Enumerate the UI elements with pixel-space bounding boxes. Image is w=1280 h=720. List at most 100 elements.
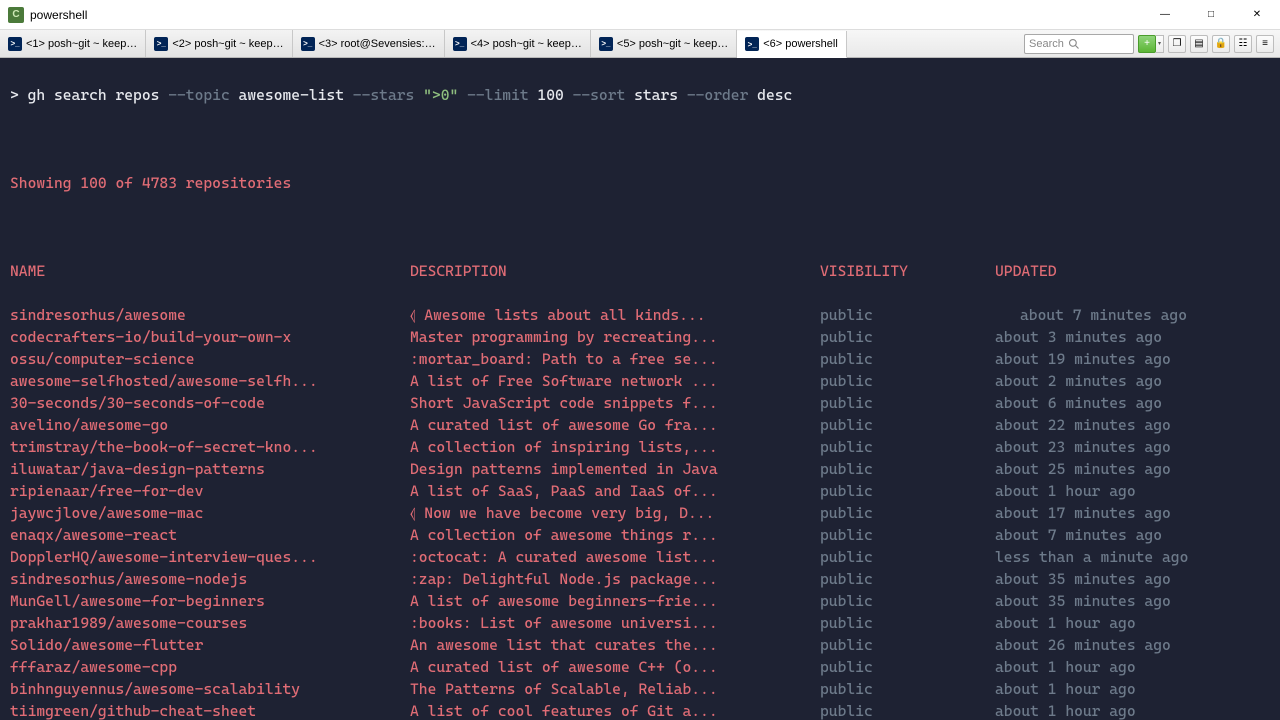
tab-6[interactable]: >_ <6> powershell (737, 31, 847, 58)
repo-desc: Design patterns implemented in Java (410, 458, 820, 480)
repo-updated: about 1 hour ago (995, 656, 1270, 678)
table-row: sindresorhus/awesome⦉ Awesome lists abou… (10, 304, 1270, 326)
lock-icon[interactable]: 🔒 (1212, 35, 1230, 53)
repo-name: iluwatar/java-design-patterns (10, 458, 410, 480)
table-row: avelino/awesome-goA curated list of awes… (10, 414, 1270, 436)
repo-name: DopplerHQ/awesome-interview-ques... (10, 546, 410, 568)
minimize-button[interactable]: — (1142, 0, 1188, 30)
tab-2[interactable]: >_ <2> posh~git ~ keep… (146, 30, 292, 57)
cmd-token: --topic (168, 86, 230, 104)
repo-desc: A collection of inspiring lists,... (410, 436, 820, 458)
tab-3[interactable]: >_<3> root@Sevensies:… (293, 30, 445, 57)
repo-name: awesome-selfhosted/awesome-selfh... (10, 370, 410, 392)
new-tab-button[interactable]: + (1138, 35, 1156, 53)
repo-name: MunGell/awesome-for-beginners (10, 590, 410, 612)
repo-visibility: public (820, 480, 995, 502)
repo-desc: :books: List of awesome universi... (410, 612, 820, 634)
table-row: trimstray/the-book-of-secret-kno...A col… (10, 436, 1270, 458)
repo-name: sindresorhus/awesome (10, 304, 410, 326)
repo-desc: :zap: Delightful Node.js package... (410, 568, 820, 590)
tab-label: <4> posh~git ~ keep… (471, 38, 582, 50)
repo-updated: about 3 minutes ago (995, 326, 1270, 348)
menu-button[interactable]: ≡ (1256, 35, 1274, 53)
powershell-icon: >_ (453, 37, 467, 51)
terminal-output[interactable]: > gh search repos --topic awesome-list -… (0, 58, 1280, 720)
table-header-row: NAMEDESCRIPTIONVISIBILITYUPDATED (10, 260, 1270, 282)
tab-label: <2> posh~git ~ keep… (172, 38, 283, 50)
repo-visibility: public (820, 524, 995, 546)
repo-desc: A list of SaaS, PaaS and IaaS of... (410, 480, 820, 502)
table-row: ossu/computer-science:mortar_board: Path… (10, 348, 1270, 370)
tab-label: <3> root@Sevensies:… (319, 38, 436, 50)
repo-updated: about 2 minutes ago (995, 370, 1270, 392)
repo-updated: about 7 minutes ago (1020, 304, 1270, 326)
repo-desc: A curated list of awesome Go fra... (410, 414, 820, 436)
table-row: MunGell/awesome-for-beginnersA list of a… (10, 590, 1270, 612)
repo-visibility: public (820, 502, 995, 524)
tab-4[interactable]: >_ <4> posh~git ~ keep… (445, 30, 591, 57)
table-row: 30-seconds/30-seconds-of-codeShort JavaS… (10, 392, 1270, 414)
toolbar-button-2[interactable]: ▤ (1190, 35, 1208, 53)
repo-visibility: public (820, 700, 995, 720)
table-row: fffaraz/awesome-cppA curated list of awe… (10, 656, 1270, 678)
tab-1[interactable]: >_ <1> posh~git ~ keep… (0, 30, 146, 57)
repo-visibility: public (820, 348, 995, 370)
repo-name: prakhar1989/awesome-courses (10, 612, 410, 634)
repo-updated: about 1 hour ago (995, 612, 1270, 634)
repo-updated: less than a minute ago (995, 546, 1270, 568)
table-row: Solido/awesome-flutterAn awesome list th… (10, 634, 1270, 656)
repo-desc: :mortar_board: Path to a free se... (410, 348, 820, 370)
repo-visibility: public (820, 326, 995, 348)
repo-visibility: public (820, 414, 995, 436)
repo-updated: about 6 minutes ago (995, 392, 1270, 414)
app-icon: C (8, 7, 24, 23)
repo-desc: Short JavaScript code snippets f... (410, 392, 820, 414)
tab-label: <1> posh~git ~ keep… (26, 38, 137, 50)
tab-bar: >_ <1> posh~git ~ keep… >_ <2> posh~git ~ k… (0, 30, 1280, 58)
powershell-icon: >_ (599, 37, 613, 51)
cmd-token: 100 (529, 86, 573, 104)
col-vis: VISIBILITY (820, 260, 995, 282)
close-button[interactable]: ✕ (1234, 0, 1280, 30)
powershell-icon: >_ (8, 37, 22, 51)
cmd-token: desc (748, 86, 792, 104)
repo-name: Solido/awesome-flutter (10, 634, 410, 656)
toolbar-button-1[interactable]: ❐ (1168, 35, 1186, 53)
repo-desc: ⦉ Awesome lists about all kinds... (410, 304, 820, 326)
repo-updated: about 23 minutes ago (995, 436, 1270, 458)
powershell-icon: >_ (154, 37, 168, 51)
window-titlebar: C powershell — □ ✕ (0, 0, 1280, 30)
prompt-symbol: > (10, 86, 19, 104)
repo-desc: :octocat: A curated awesome list... (410, 546, 820, 568)
table-row: DopplerHQ/awesome-interview-ques...:octo… (10, 546, 1270, 568)
repo-name: jaywcjlove/awesome-mac (10, 502, 410, 524)
cmd-token: awesome-list (230, 86, 353, 104)
tab-label: <6> powershell (763, 38, 838, 50)
result-summary: Showing 100 of 4783 repositories (10, 172, 1270, 194)
cmd-token: gh search repos (19, 86, 168, 104)
repo-updated: about 35 minutes ago (995, 590, 1270, 612)
toolbar-button-3[interactable]: ☷ (1234, 35, 1252, 53)
repo-name: ossu/computer-science (10, 348, 410, 370)
powershell-icon: >_ (745, 37, 759, 51)
search-placeholder: Search (1029, 38, 1064, 50)
repo-desc: A collection of awesome things r... (410, 524, 820, 546)
cmd-token (458, 86, 467, 104)
search-input[interactable]: Search (1024, 34, 1134, 54)
repo-name: codecrafters-io/build-your-own-x (10, 326, 410, 348)
table-row: iluwatar/java-design-patternsDesign patt… (10, 458, 1270, 480)
cmd-token: --order (687, 86, 749, 104)
repo-visibility: public (820, 392, 995, 414)
cmd-token: ">0" (423, 86, 458, 104)
maximize-button[interactable]: □ (1188, 0, 1234, 30)
table-row: binhnguyennus/awesome-scalabilityThe Pat… (10, 678, 1270, 700)
repo-desc: ⦉ Now we have become very big, D... (410, 502, 820, 524)
repo-name: ripienaar/free-for-dev (10, 480, 410, 502)
col-upd: UPDATED (995, 260, 1270, 282)
tab-5[interactable]: >_<5> posh~git ~ keep… (591, 30, 737, 57)
table-row: awesome-selfhosted/awesome-selfh...A lis… (10, 370, 1270, 392)
table-row: jaywcjlove/awesome-mac⦉ Now we have beco… (10, 502, 1270, 524)
repo-visibility: public (820, 634, 995, 656)
new-tab-dropdown[interactable]: ▾ (1156, 35, 1164, 53)
repo-updated: about 17 minutes ago (995, 502, 1270, 524)
